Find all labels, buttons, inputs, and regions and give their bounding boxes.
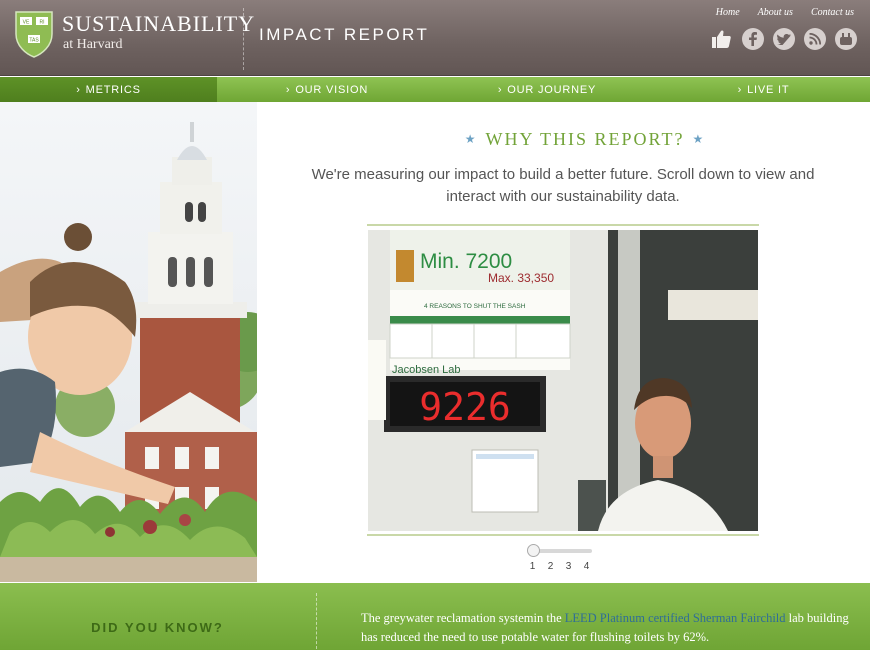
hero-photo: [0, 102, 257, 582]
sign-subtitle-text: 4 REASONS TO SHUT THE SASH: [424, 303, 526, 310]
star-icon: ★: [464, 132, 478, 146]
sign-min-text: Min. 7200: [420, 250, 512, 273]
chevron-right-icon: ›: [737, 83, 743, 96]
slideshow-pagination: 1 2 3 4: [529, 561, 590, 572]
facebook-icon[interactable]: [742, 28, 764, 50]
twitter-icon[interactable]: [773, 28, 795, 50]
shield-motto-2: RI: [40, 20, 45, 26]
footer-divider: [316, 593, 317, 649]
shield-motto-1: VE: [23, 20, 30, 26]
about-link[interactable]: About us: [758, 7, 793, 18]
nav-item-metrics[interactable]: › METRICS: [0, 77, 217, 102]
chevron-right-icon: ›: [497, 83, 503, 96]
header-divider: [243, 8, 244, 70]
logo-subtitle[interactable]: at Harvard: [63, 37, 122, 53]
did-you-know-label: DID YOU KNOW?: [91, 620, 224, 635]
page-3-link[interactable]: 3: [565, 561, 572, 572]
page-1-link[interactable]: 1: [529, 561, 536, 572]
nav-item-our-journey[interactable]: › OUR JOURNEY: [437, 77, 657, 102]
nav-label: OUR JOURNEY: [507, 83, 597, 96]
chevron-right-icon: ›: [285, 83, 291, 96]
top-links: Home About us Contact us: [716, 7, 854, 18]
nav-label: LIVE IT: [747, 83, 790, 96]
home-link[interactable]: Home: [716, 7, 740, 18]
slideshow-top-rule: [367, 224, 759, 226]
slideshow-image[interactable]: Min. 7200 Max. 33,350 4 REASONS TO SHUT …: [368, 230, 758, 531]
sign-max-text: Max. 33,350: [488, 271, 554, 285]
thumbs-up-icon[interactable]: [709, 28, 733, 50]
star-icon: ★: [692, 132, 706, 146]
section-heading: ★ WHY THIS REPORT? ★: [300, 129, 870, 150]
logo-title[interactable]: SUSTAINABILITY: [62, 11, 255, 37]
shield-motto-3: TAS: [29, 38, 39, 44]
page-4-link[interactable]: 4: [583, 561, 590, 572]
harvard-shield-icon[interactable]: VE RI TAS: [14, 10, 54, 58]
youtube-icon[interactable]: [835, 28, 857, 50]
page-title: IMPACT REPORT: [259, 25, 430, 44]
intro-text: We're measuring our impact to build a be…: [311, 166, 815, 205]
did-you-know-fact: The greywater reclamation systemin the L…: [361, 609, 851, 647]
sherman-fairchild-link[interactable]: LEED Platinum certified Sherman Fairchil…: [565, 611, 786, 625]
main-nav: › METRICS › OUR VISION › OUR JOURNEY › L…: [0, 77, 870, 102]
led-counter: 9226: [419, 385, 511, 429]
fact-text-start: The greywater reclamation systemin the: [361, 611, 565, 625]
nav-label: OUR VISION: [295, 83, 369, 96]
site-header: VE RI TAS SUSTAINABILITY at Harvard IMPA…: [0, 0, 870, 76]
sign-lab-text: Jacobsen Lab: [392, 364, 461, 376]
did-you-know-panel: DID YOU KNOW? The greywater reclamation …: [0, 583, 870, 650]
nav-item-our-vision[interactable]: › OUR VISION: [217, 77, 437, 102]
chevron-right-icon: ›: [76, 83, 81, 96]
nav-item-live-it[interactable]: › LIVE IT: [657, 77, 870, 102]
slideshow-slider-handle[interactable]: [527, 544, 540, 557]
contact-link[interactable]: Contact us: [811, 7, 854, 18]
social-icons: [709, 28, 857, 50]
nav-label: METRICS: [85, 83, 141, 96]
page-2-link[interactable]: 2: [547, 561, 554, 572]
section-heading-text: WHY THIS REPORT?: [485, 129, 685, 149]
rss-icon[interactable]: [804, 28, 826, 50]
slideshow-bottom-rule: [367, 534, 759, 536]
